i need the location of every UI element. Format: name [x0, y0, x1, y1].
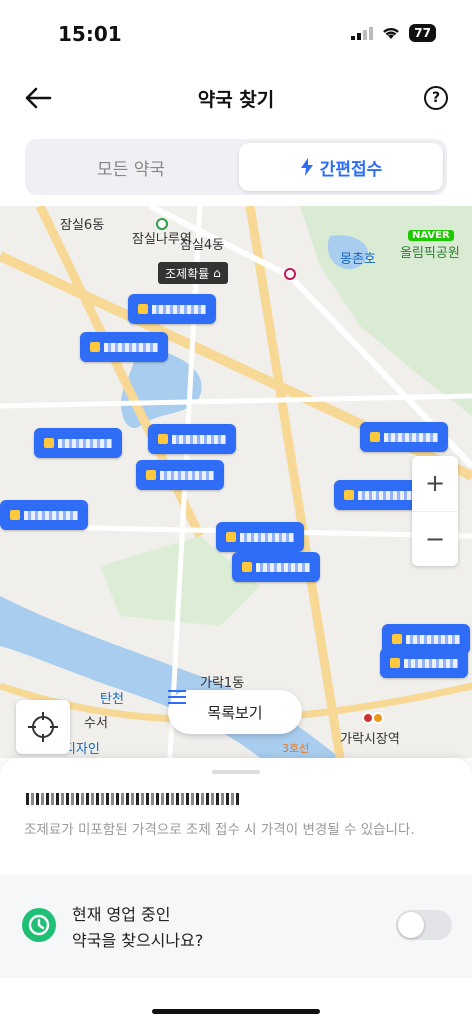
map-label: 가락1동: [200, 676, 245, 691]
open-now-line1: 현재 영업 중인: [72, 905, 171, 924]
pharmacy-marker-icon: [44, 438, 54, 448]
pharmacy-marker-icon: [10, 510, 20, 520]
fee-tag[interactable]: 조제확률 ⌂: [158, 262, 228, 284]
page-title: 약국 찾기: [197, 89, 275, 111]
tab-label: 모든 약국: [97, 159, 165, 180]
pharmacy-pin[interactable]: [380, 648, 468, 678]
list-icon: [168, 690, 186, 704]
pharmacy-marker-icon: [370, 432, 380, 442]
map-label: 잠실6동: [60, 218, 105, 233]
pharmacy-pin[interactable]: [80, 332, 168, 362]
bottom-sheet: 조제료가 미포함된 가격으로 조제 접수 시 가격이 변경될 수 있습니다. 현…: [0, 758, 472, 1024]
map-label: 수서: [84, 716, 108, 731]
fee-tag-label: 조제확률: [165, 266, 210, 281]
map-label: 몽촌호: [340, 252, 376, 267]
list-view-label: 목록보기: [207, 703, 263, 722]
home-indicator: [152, 1009, 320, 1014]
pharmacy-marker-icon: [90, 342, 100, 352]
redacted-price-info: [26, 793, 241, 805]
pharmacy-pin[interactable]: [148, 424, 236, 454]
zoom-control: + −: [412, 456, 458, 566]
pharmacy-marker-icon: [242, 562, 252, 572]
pharmacy-pin[interactable]: [334, 480, 422, 510]
pharmacy-pin[interactable]: [232, 552, 320, 582]
tab-label: 간편접수: [319, 159, 383, 180]
open-now-toggle[interactable]: [396, 910, 452, 940]
map-label: 올림픽공원: [400, 246, 460, 261]
pharmacy-marker-icon: [138, 304, 148, 314]
map-label: 가락시장역: [340, 732, 400, 747]
zoom-out-button[interactable]: −: [412, 512, 458, 567]
pharmacy-marker-icon: [392, 634, 402, 644]
crosshair-icon: [28, 712, 58, 742]
status-bar: 15:01 77: [0, 0, 472, 70]
locate-button[interactable]: [16, 700, 70, 754]
map-view[interactable]: 잠실6동 잠실나루역 잠실4동 NAVER 올림픽공원 몽촌호 가락1동 가락시…: [0, 206, 472, 758]
pharmacy-marker-icon: [146, 470, 156, 480]
question-circle-icon[interactable]: ?: [424, 86, 448, 110]
map-label: 탄천: [100, 692, 124, 707]
pharmacy-pin[interactable]: [0, 500, 88, 530]
naver-logo: NAVER: [408, 230, 454, 241]
cellular-signal-icon: [351, 27, 374, 40]
list-view-button[interactable]: 목록보기: [168, 690, 302, 734]
open-now-line2: 약국을 찾으시나요?: [72, 931, 204, 950]
zoom-in-button[interactable]: +: [412, 456, 458, 512]
tab-all-pharmacies[interactable]: 모든 약국: [29, 143, 233, 191]
pharmacy-pin[interactable]: [216, 522, 304, 552]
tab-quick-receipt[interactable]: 간편접수: [239, 143, 443, 191]
pharmacy-pin[interactable]: [136, 460, 224, 490]
lightning-icon: [300, 158, 313, 176]
pharmacy-pin[interactable]: [128, 294, 216, 324]
map-label: 잠실4동: [180, 238, 225, 253]
pharmacy-marker-icon: [390, 658, 400, 668]
map-label: 3호선: [282, 742, 310, 755]
battery-indicator: 77: [409, 24, 436, 42]
wifi-icon: [383, 27, 400, 39]
clock-icon: [22, 908, 56, 942]
price-notice: 조제료가 미포함된 가격으로 조제 접수 시 가격이 변경될 수 있습니다.: [24, 822, 415, 838]
pharmacy-marker-icon: [158, 434, 168, 444]
open-now-row: 현재 영업 중인 약국을 찾으시나요?: [0, 874, 472, 978]
home-icon: ⌂: [213, 266, 221, 280]
top-bar: 약국 찾기 ?: [0, 70, 472, 130]
pharmacy-pin[interactable]: [360, 422, 448, 452]
open-now-question: 현재 영업 중인 약국을 찾으시나요?: [72, 902, 203, 954]
pharmacy-marker-icon: [344, 490, 354, 500]
pharmacy-marker-icon: [226, 532, 236, 542]
mode-tabs: 모든 약국 간편접수: [25, 139, 447, 195]
pharmacy-pin[interactable]: [34, 428, 122, 458]
status-time: 15:01: [58, 22, 122, 46]
sheet-handle[interactable]: [212, 770, 260, 774]
